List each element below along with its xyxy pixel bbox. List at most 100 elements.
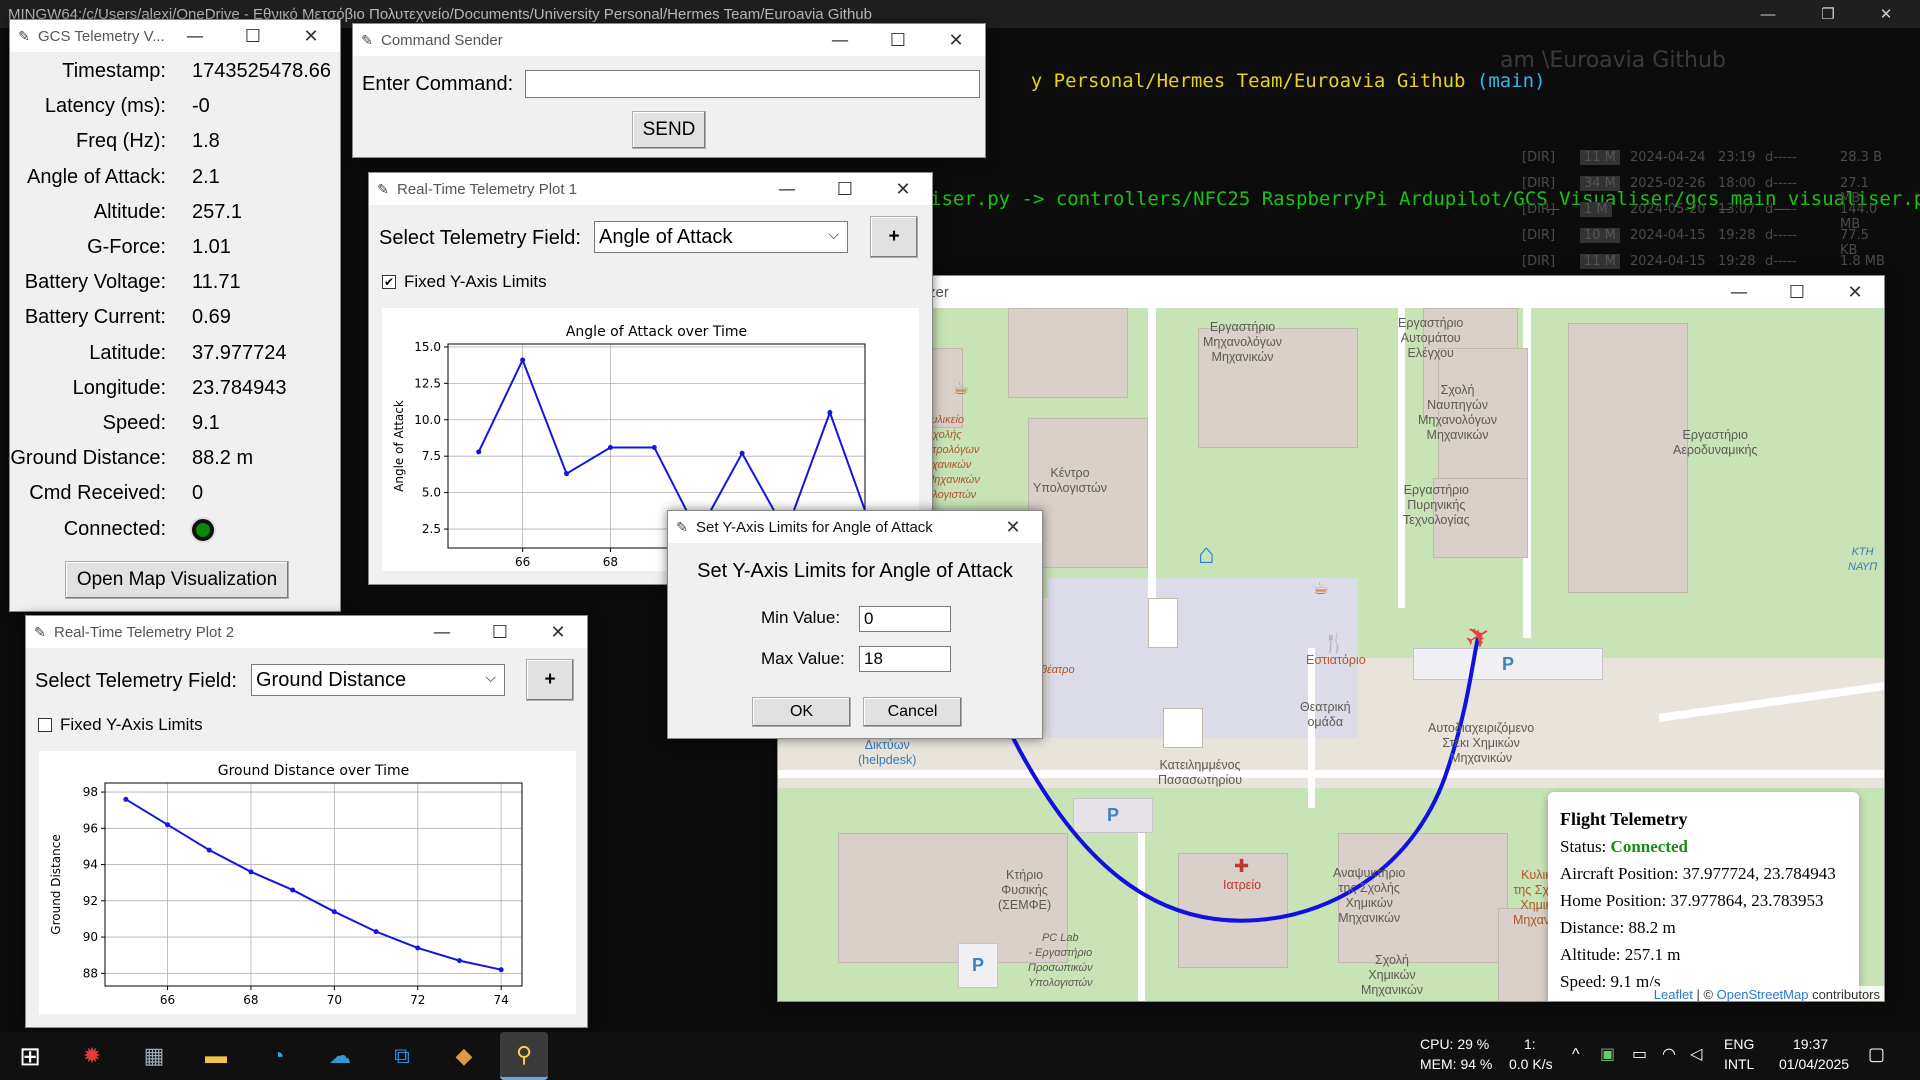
plot1-close-button[interactable]: ✕ — [874, 173, 932, 205]
checkbox-checked-icon: ✔ — [382, 275, 396, 289]
map-minimize-button[interactable]: — — [1710, 276, 1768, 308]
telemetry-field-value: 1743525478.66 — [192, 60, 332, 82]
max-value-input[interactable]: 18 — [859, 646, 951, 672]
onedrive-icon[interactable]: ☁ — [322, 1038, 358, 1074]
feather-icon: ✎ — [18, 27, 30, 44]
terminal-cell-name: [DIR] — [1522, 176, 1556, 191]
terminal-cell-attr: d----- — [1765, 202, 1797, 217]
edge-browser-icon[interactable]: ◔ — [260, 1038, 296, 1074]
command-minimize-button[interactable]: — — [811, 24, 869, 56]
terminal-cell-time: 18:00 — [1718, 176, 1756, 191]
home-marker-icon[interactable]: ⌂ — [1198, 538, 1215, 570]
telemetry-maximize-button[interactable]: ☐ — [224, 20, 282, 52]
telemetry-window-title: GCS Telemetry V... — [38, 27, 165, 45]
dialog-ok-button[interactable]: OK — [752, 697, 851, 727]
command-window-title: Command Sender — [381, 31, 503, 49]
terminal-cell-size: 1 M — [1580, 202, 1612, 217]
min-value-input[interactable]: 0 — [859, 606, 951, 632]
plot2-field-select[interactable]: Ground Distance ⌵ — [251, 664, 505, 696]
map-close-button[interactable]: ✕ — [1826, 276, 1884, 308]
clock-date[interactable]: 01/04/2025 — [1779, 1056, 1849, 1072]
battery-icon[interactable]: ▭ — [1632, 1044, 1647, 1064]
map-attribution: Leaflet | © OpenStreetMap contributors — [1647, 986, 1884, 1001]
windows-start-icon[interactable]: ⊞ — [12, 1038, 48, 1074]
vscode-icon[interactable]: ⧉ — [384, 1038, 420, 1074]
plot2-window[interactable]: ✎ Real-Time Telemetry Plot 2 — ☐ ✕ Selec… — [25, 615, 588, 1028]
plot1-minimize-button[interactable]: — — [758, 173, 816, 205]
terminal-maximize-button[interactable]: ❐ — [1800, 0, 1856, 28]
telemetry-field-value: 9.1 — [192, 412, 220, 434]
data-point — [206, 847, 212, 853]
map-poi-label: Σχολή Ναυπηγών Μηχανολόγων Μηχανικών — [1418, 383, 1498, 442]
plot2-maximize-button[interactable]: ☐ — [471, 616, 529, 648]
y-tick-label: 7.5 — [422, 449, 441, 463]
telemetry-close-button[interactable]: ✕ — [282, 20, 340, 52]
map-poi-label: Εργαστήριο Αεροδυναμικής — [1673, 428, 1758, 457]
popup-altitude: Altitude: 257.1 m — [1560, 945, 1681, 964]
telemetry-field-value: 88.2 m — [192, 447, 254, 470]
volume-icon[interactable]: ◁ — [1690, 1044, 1702, 1064]
plot1-field-select[interactable]: Angle of Attack ⌵ — [594, 221, 848, 253]
command-input[interactable] — [525, 70, 980, 98]
tray-app-icon[interactable]: ▣ — [1600, 1044, 1615, 1064]
terminal-cell-date: 2024-05-20 — [1630, 202, 1706, 217]
dialog-cancel-button[interactable]: Cancel — [863, 697, 962, 727]
clock-time[interactable]: 19:37 — [1793, 1036, 1828, 1052]
plot1-fixed-limits-checkbox[interactable]: ✔ Fixed Y-Axis Limits — [382, 272, 547, 292]
plot1-maximize-button[interactable]: ☐ — [816, 173, 874, 205]
series-line — [477, 357, 865, 536]
command-maximize-button[interactable]: ☐ — [869, 24, 927, 56]
python-icon[interactable]: ⚲ — [500, 1032, 548, 1080]
y-axis-label: Angle of Attack — [392, 400, 406, 492]
data-point — [651, 444, 657, 450]
terminal-minimize-button[interactable]: — — [1740, 0, 1796, 28]
telemetry-field-label: Cmd Received: — [29, 482, 166, 505]
terminal-branch: (main) — [1476, 70, 1546, 92]
map-poi-label: Αναψυκτήριο της Σχολής Χημικών Μηχανικών — [1333, 866, 1406, 925]
wifi-icon[interactable]: ◠ — [1662, 1044, 1676, 1064]
leaflet-link[interactable]: Leaflet — [1654, 987, 1693, 1001]
language-code[interactable]: ENG — [1724, 1036, 1754, 1052]
connected-indicator — [190, 517, 216, 543]
map-poi-label: Εστιατόριο — [1306, 653, 1366, 667]
map-maximize-button[interactable]: ☐ — [1768, 276, 1826, 308]
chevron-down-icon: ⌵ — [828, 226, 839, 242]
file-explorer-icon[interactable]: ▬ — [198, 1038, 234, 1074]
cafe-icon: ☕ — [1313, 578, 1330, 598]
terminal-cell-size: 10 M — [1580, 228, 1620, 243]
plot2-add-button[interactable]: + — [526, 659, 574, 701]
send-button[interactable]: SEND — [632, 111, 706, 149]
ylimits-dialog[interactable]: ✎ Set Y-Axis Limits for Angle of Attack … — [667, 510, 1043, 739]
terminal-list-row: [DIR] 11 M 2024-04-15 19:28 d----- 1.8 MB — [1490, 252, 1890, 272]
terminal-ghost-path: am \Euroavia Github — [1500, 48, 1726, 73]
open-map-button[interactable]: Open Map Visualization — [65, 561, 289, 599]
command-close-button[interactable]: ✕ — [927, 24, 985, 56]
dialog-close-button[interactable]: ✕ — [984, 511, 1042, 543]
command-sender-window[interactable]: ✎ Command Sender — ☐ ✕ Enter Command: SE… — [352, 23, 986, 158]
terminal-close-button[interactable]: ✕ — [1858, 0, 1914, 28]
git-bash-icon[interactable]: ◆ — [446, 1038, 482, 1074]
terminal-cell-time: 19:28 — [1718, 228, 1756, 243]
terminal-path-line: y Personal/Hermes Team/Euroavia Github (… — [985, 48, 1546, 114]
tray-chevron-up-icon[interactable]: ^ — [1572, 1046, 1580, 1064]
notifications-icon[interactable]: ▢ — [1868, 1044, 1885, 1065]
calculator-icon[interactable]: ▦ — [136, 1038, 172, 1074]
telemetry-titlebar: ✎ GCS Telemetry V... — ☐ ✕ — [10, 20, 340, 52]
terminal-cell-name: [DIR] — [1522, 254, 1556, 269]
plot1-select-label: Select Telemetry Field: — [379, 227, 581, 249]
telemetry-minimize-button[interactable]: — — [166, 20, 224, 52]
telemetry-window[interactable]: ✎ GCS Telemetry V... — ☐ ✕ Timestamp: 174… — [9, 19, 341, 612]
keyboard-layout[interactable]: INTL — [1724, 1056, 1754, 1072]
connected-label: Connected: — [63, 518, 166, 540]
x-tick-label: 74 — [494, 993, 509, 1007]
plot2-close-button[interactable]: ✕ — [529, 616, 587, 648]
plot2-minimize-button[interactable]: — — [413, 616, 471, 648]
plot1-add-button[interactable]: + — [870, 216, 918, 258]
osm-link[interactable]: OpenStreetMap — [1717, 987, 1809, 1001]
app-gear-icon[interactable]: ✹ — [74, 1038, 110, 1074]
plot2-fixed-limits-checkbox[interactable]: Fixed Y-Axis Limits — [38, 715, 203, 735]
telemetry-field-label: Freq (Hz): — [76, 130, 166, 153]
y-tick-label: 90 — [83, 930, 98, 944]
terminal-cell-size: 34 M — [1580, 176, 1620, 191]
map-poi-label: ΚΤΗ ΝΑΥΠ — [1848, 546, 1878, 573]
